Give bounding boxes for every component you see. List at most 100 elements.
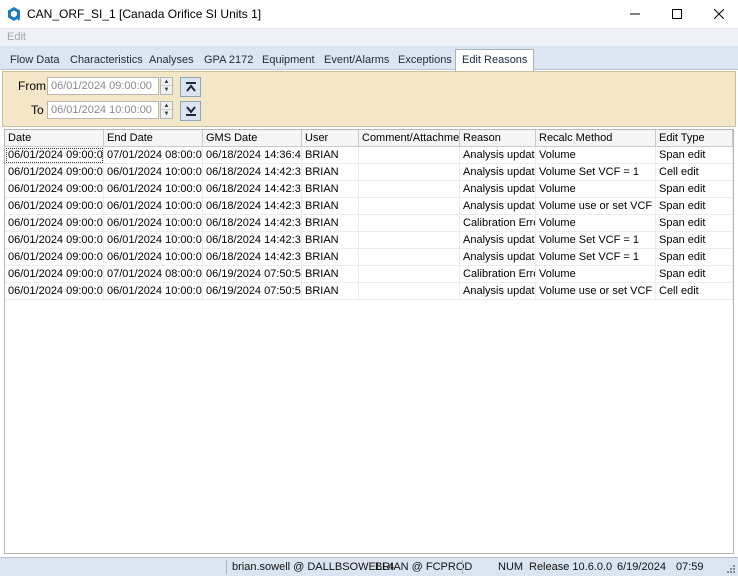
cell-edit-type[interactable]: Span edit <box>656 249 733 266</box>
cell-user[interactable]: BRIAN <box>302 181 359 198</box>
column-header-date[interactable]: Date <box>5 130 104 147</box>
cell-edit-type[interactable]: Span edit <box>656 198 733 215</box>
cell-end-date[interactable]: 06/01/2024 10:00:00 <box>104 283 203 300</box>
jump-to-first-button[interactable] <box>180 77 201 97</box>
cell-recalc-method[interactable]: Volume use or set VCF = 1 <box>536 283 656 300</box>
cell-reason[interactable]: Analysis update <box>460 147 536 164</box>
cell-edit-type[interactable]: Span edit <box>656 266 733 283</box>
cell-edit-type[interactable]: Span edit <box>656 215 733 232</box>
cell-edit-type[interactable]: Cell edit <box>656 164 733 181</box>
cell-user[interactable]: BRIAN <box>302 215 359 232</box>
cell-edit-type[interactable]: Span edit <box>656 232 733 249</box>
cell-user[interactable]: BRIAN <box>302 249 359 266</box>
tab-analyses[interactable]: Analyses <box>143 51 200 70</box>
cell-gms-date[interactable]: 06/18/2024 14:36:42 <box>203 147 302 164</box>
table-row[interactable]: 06/01/2024 09:00:00 06/01/2024 10:00:00 06… <box>5 215 733 232</box>
tab-event-alarms[interactable]: Event/Alarms <box>318 51 395 70</box>
close-button[interactable] <box>696 0 738 28</box>
cell-comment[interactable] <box>359 181 460 198</box>
cell-reason[interactable]: Analysis update <box>460 198 536 215</box>
cell-gms-date[interactable]: 06/19/2024 07:50:51 <box>203 266 302 283</box>
column-header-user[interactable]: User <box>302 130 359 147</box>
cell-user[interactable]: BRIAN <box>302 164 359 181</box>
cell-user[interactable]: BRIAN <box>302 232 359 249</box>
spin-up-icon[interactable]: ▲ <box>161 102 172 110</box>
cell-comment[interactable] <box>359 164 460 181</box>
table-row[interactable]: 06/01/2024 09:00:00 06/01/2024 10:00:00 06… <box>5 181 733 198</box>
table-row[interactable]: 06/01/2024 09:00:00 06/01/2024 10:00:00 06… <box>5 249 733 266</box>
cell-gms-date[interactable]: 06/18/2024 14:42:35 <box>203 215 302 232</box>
cell-date[interactable]: 06/01/2024 09:00:00 <box>5 181 104 198</box>
cell-comment[interactable] <box>359 266 460 283</box>
cell-recalc-method[interactable]: Volume <box>536 181 656 198</box>
tab-flow-data[interactable]: Flow Data <box>4 51 66 70</box>
resize-grip-icon[interactable] <box>726 564 736 574</box>
spin-down-icon[interactable]: ▼ <box>161 86 172 94</box>
cell-recalc-method[interactable]: Volume Set VCF = 1 <box>536 232 656 249</box>
table-row[interactable]: 06/01/2024 09:00:00 06/01/2024 10:00:00 06… <box>5 232 733 249</box>
cell-edit-type[interactable]: Span edit <box>656 181 733 198</box>
maximize-button[interactable] <box>654 0 700 28</box>
from-date-spinner[interactable]: ▲ ▼ <box>160 77 173 95</box>
column-header-gms-date[interactable]: GMS Date <box>203 130 302 147</box>
cell-recalc-method[interactable]: Volume Set VCF = 1 <box>536 249 656 266</box>
cell-date[interactable]: 06/01/2024 09:00:00 <box>5 215 104 232</box>
cell-reason[interactable]: Analysis update <box>460 283 536 300</box>
cell-date[interactable]: 06/01/2024 09:00:00 <box>5 249 104 266</box>
tab-characteristics[interactable]: Characteristics <box>64 51 149 70</box>
cell-recalc-method[interactable]: Volume <box>536 215 656 232</box>
cell-recalc-method[interactable]: Volume use or set VCF = 1 <box>536 198 656 215</box>
column-header-comment[interactable]: Comment/Attachment <box>359 130 460 147</box>
minimize-button[interactable] <box>612 0 658 28</box>
column-header-edit-type[interactable]: Edit Type <box>656 130 733 147</box>
cell-end-date[interactable]: 06/01/2024 10:00:00 <box>104 164 203 181</box>
cell-reason[interactable]: Calibration Error <box>460 215 536 232</box>
cell-recalc-method[interactable]: Volume Set VCF = 1 <box>536 164 656 181</box>
cell-date[interactable]: 06/01/2024 09:00:00 <box>5 198 104 215</box>
cell-edit-type[interactable]: Cell edit <box>656 283 733 300</box>
to-date-input[interactable] <box>47 101 159 119</box>
cell-comment[interactable] <box>359 147 460 164</box>
cell-end-date[interactable]: 07/01/2024 08:00:00 <box>104 147 203 164</box>
cell-recalc-method[interactable]: Volume <box>536 147 656 164</box>
cell-gms-date[interactable]: 06/19/2024 07:50:51 <box>203 283 302 300</box>
cell-date[interactable]: 06/01/2024 09:00:00 <box>5 266 104 283</box>
cell-date[interactable]: 06/01/2024 09:00:00 <box>5 283 104 300</box>
cell-reason[interactable]: Analysis update <box>460 232 536 249</box>
column-header-end-date[interactable]: End Date <box>104 130 203 147</box>
cell-end-date[interactable]: 06/01/2024 10:00:00 <box>104 198 203 215</box>
cell-user[interactable]: BRIAN <box>302 147 359 164</box>
cell-date[interactable]: 06/01/2024 09:00:00 <box>5 147 104 164</box>
tab-equipment[interactable]: Equipment <box>256 51 321 70</box>
cell-end-date[interactable]: 06/01/2024 10:00:00 <box>104 232 203 249</box>
cell-comment[interactable] <box>359 198 460 215</box>
cell-comment[interactable] <box>359 215 460 232</box>
spin-down-icon[interactable]: ▼ <box>161 110 172 118</box>
cell-date[interactable]: 06/01/2024 09:00:00 <box>5 232 104 249</box>
cell-comment[interactable] <box>359 283 460 300</box>
cell-gms-date[interactable]: 06/18/2024 14:42:35 <box>203 232 302 249</box>
cell-date[interactable]: 06/01/2024 09:00:00 <box>5 164 104 181</box>
cell-reason[interactable]: Analysis update <box>460 181 536 198</box>
table-row[interactable]: 06/01/2024 09:00:00 06/01/2024 10:00:00 06… <box>5 283 733 300</box>
cell-gms-date[interactable]: 06/18/2024 14:42:35 <box>203 164 302 181</box>
cell-end-date[interactable]: 06/01/2024 10:00:00 <box>104 181 203 198</box>
cell-edit-type[interactable]: Span edit <box>656 147 733 164</box>
tab-gpa-2172[interactable]: GPA 2172 <box>198 51 259 70</box>
cell-recalc-method[interactable]: Volume <box>536 266 656 283</box>
cell-gms-date[interactable]: 06/18/2024 14:42:35 <box>203 181 302 198</box>
cell-reason[interactable]: Analysis update <box>460 164 536 181</box>
cell-gms-date[interactable]: 06/18/2024 14:42:35 <box>203 198 302 215</box>
tab-edit-reasons[interactable]: Edit Reasons <box>455 49 535 71</box>
cell-end-date[interactable]: 06/01/2024 10:00:00 <box>104 215 203 232</box>
table-row[interactable]: 06/01/2024 09:00:00 07/01/2024 08:00:00 06… <box>5 266 733 283</box>
cell-user[interactable]: BRIAN <box>302 266 359 283</box>
column-header-recalc-method[interactable]: Recalc Method <box>536 130 656 147</box>
table-row[interactable]: 06/01/2024 09:00:00 07/01/2024 08:00:00 06… <box>5 147 733 164</box>
cell-reason[interactable]: Analysis update <box>460 249 536 266</box>
table-row[interactable]: 06/01/2024 09:00:00 06/01/2024 10:00:00 06… <box>5 198 733 215</box>
cell-gms-date[interactable]: 06/18/2024 14:42:35 <box>203 249 302 266</box>
cell-comment[interactable] <box>359 232 460 249</box>
from-date-input[interactable] <box>47 77 159 95</box>
menu-edit[interactable]: Edit <box>7 31 26 43</box>
